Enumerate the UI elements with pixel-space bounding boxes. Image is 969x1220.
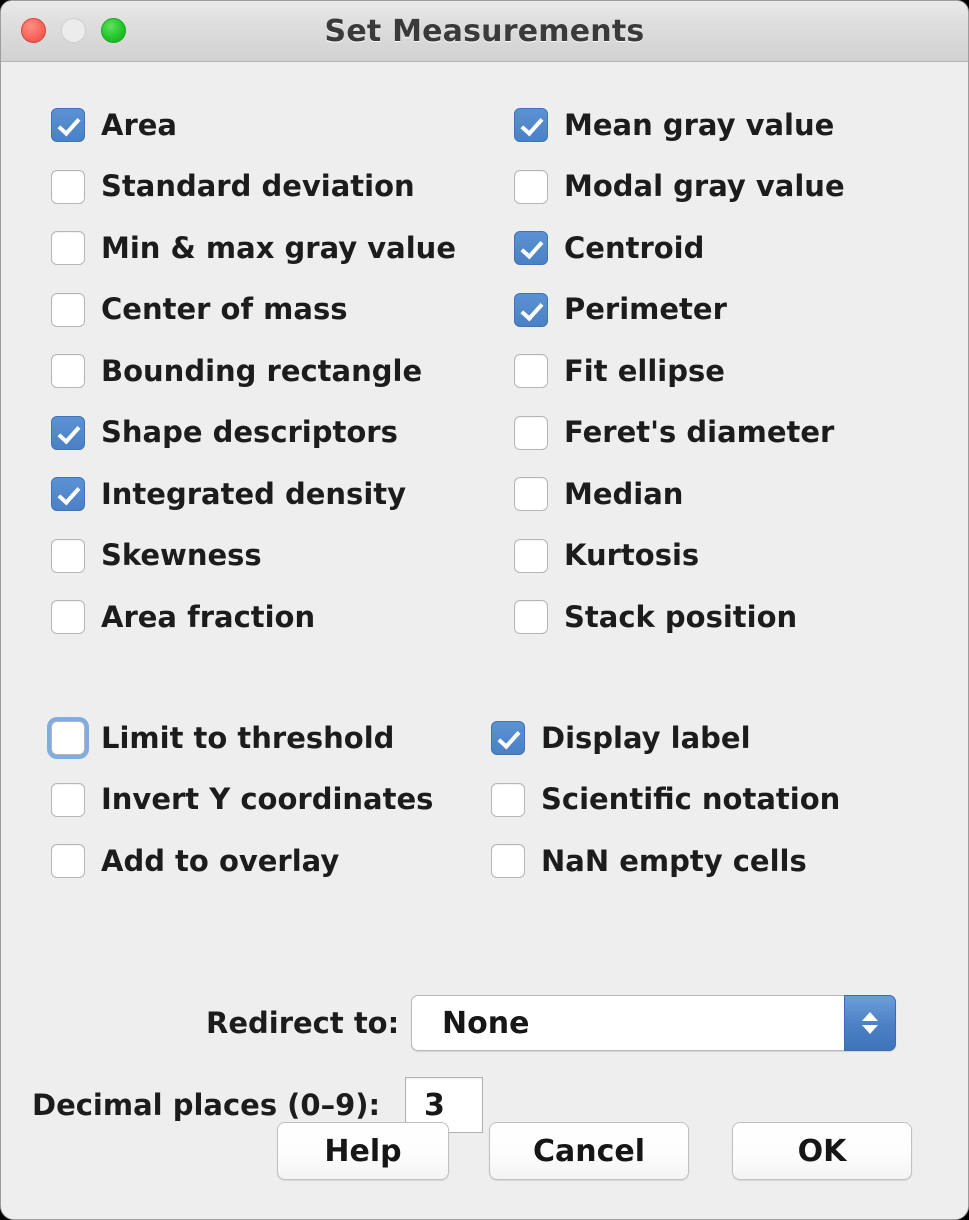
checkbox-row-mean-gray-value[interactable]: Mean gray value	[514, 103, 834, 147]
checkbox-centroid[interactable]	[514, 231, 548, 265]
checkbox-label-min-max-gray-value: Min & max gray value	[101, 234, 456, 263]
checkbox-median[interactable]	[514, 477, 548, 511]
checkbox-row-area-fraction[interactable]: Area fraction	[51, 595, 315, 639]
checkbox-row-invert-y-coordinates[interactable]: Invert Y coordinates	[51, 778, 433, 822]
checkbox-row-centroid[interactable]: Centroid	[514, 226, 704, 270]
checkbox-mean-gray-value[interactable]	[514, 108, 548, 142]
checkbox-row-stack-position[interactable]: Stack position	[514, 595, 797, 639]
checkbox-scientific-notation[interactable]	[491, 783, 525, 817]
checkbox-label-invert-y-coordinates: Invert Y coordinates	[101, 785, 433, 814]
cancel-button[interactable]: Cancel	[489, 1122, 689, 1180]
checkbox-min-max-gray-value[interactable]	[51, 231, 85, 265]
checkbox-row-center-of-mass[interactable]: Center of mass	[51, 288, 347, 332]
checkbox-invert-y-coordinates[interactable]	[51, 783, 85, 817]
ok-button[interactable]: OK	[732, 1122, 912, 1180]
checkbox-row-kurtosis[interactable]: Kurtosis	[514, 534, 699, 578]
checkbox-label-modal-gray-value: Modal gray value	[564, 172, 845, 201]
checkbox-row-shape-descriptors[interactable]: Shape descriptors	[51, 411, 398, 455]
checkbox-label-skewness: Skewness	[101, 541, 262, 570]
set-measurements-dialog: Set Measurements Area Standard deviation M…	[0, 0, 969, 1220]
checkbox-label-feret-s-diameter: Feret's diameter	[564, 418, 834, 447]
checkbox-shape-descriptors[interactable]	[51, 416, 85, 450]
checkbox-label-area: Area	[101, 111, 177, 140]
checkbox-row-bounding-rectangle[interactable]: Bounding rectangle	[51, 349, 422, 393]
checkbox-label-add-to-overlay: Add to overlay	[101, 847, 339, 876]
checkbox-label-median: Median	[564, 480, 683, 509]
checkbox-row-integrated-density[interactable]: Integrated density	[51, 472, 406, 516]
checkbox-center-of-mass[interactable]	[51, 293, 85, 327]
dialog-button-bar: Help Cancel OK	[1, 1122, 968, 1186]
decimal-places-label: Decimal places (0–9):	[32, 1088, 380, 1122]
checkbox-row-skewness[interactable]: Skewness	[51, 534, 262, 578]
checkbox-label-fit-ellipse: Fit ellipse	[564, 357, 725, 386]
redirect-selected-value: None	[442, 1006, 529, 1041]
redirect-select[interactable]: None	[411, 995, 896, 1051]
dialog-body: Area Standard deviation Min & max gray val…	[1, 62, 968, 1220]
checkbox-row-area[interactable]: Area	[51, 103, 177, 147]
checkbox-skewness[interactable]	[51, 539, 85, 573]
checkbox-label-limit-to-threshold: Limit to threshold	[101, 724, 394, 753]
redirect-row: Redirect to: None	[1, 992, 968, 1054]
checkbox-row-modal-gray-value[interactable]: Modal gray value	[514, 165, 845, 209]
help-button[interactable]: Help	[277, 1122, 449, 1180]
checkbox-row-limit-to-threshold[interactable]: Limit to threshold	[51, 716, 394, 760]
checkbox-perimeter[interactable]	[514, 293, 548, 327]
checkbox-label-integrated-density: Integrated density	[101, 480, 406, 509]
chevron-up-down-icon[interactable]	[844, 995, 896, 1051]
checkbox-label-bounding-rectangle: Bounding rectangle	[101, 357, 422, 386]
checkbox-stack-position[interactable]	[514, 600, 548, 634]
chevron-down-icon	[862, 1025, 878, 1034]
checkbox-label-standard-deviation: Standard deviation	[101, 172, 415, 201]
checkbox-label-perimeter: Perimeter	[564, 295, 727, 324]
checkbox-limit-to-threshold[interactable]	[51, 721, 85, 755]
checkbox-area-fraction[interactable]	[51, 600, 85, 634]
checkbox-row-median[interactable]: Median	[514, 472, 683, 516]
checkbox-fit-ellipse[interactable]	[514, 354, 548, 388]
checkbox-row-nan-empty-cells[interactable]: NaN empty cells	[491, 839, 807, 883]
checkbox-label-nan-empty-cells: NaN empty cells	[541, 847, 807, 876]
checkbox-display-label[interactable]	[491, 721, 525, 755]
checkbox-label-display-label: Display label	[541, 724, 751, 753]
checkbox-row-display-label[interactable]: Display label	[491, 716, 751, 760]
checkbox-row-standard-deviation[interactable]: Standard deviation	[51, 165, 415, 209]
checkbox-nan-empty-cells[interactable]	[491, 844, 525, 878]
checkbox-label-stack-position: Stack position	[564, 603, 797, 632]
redirect-label: Redirect to:	[206, 1006, 399, 1040]
checkbox-label-scientific-notation: Scientific notation	[541, 785, 840, 814]
decimal-places-value: 3	[424, 1088, 445, 1123]
checkbox-label-area-fraction: Area fraction	[101, 603, 315, 632]
checkbox-row-perimeter[interactable]: Perimeter	[514, 288, 727, 332]
checkbox-standard-deviation[interactable]	[51, 170, 85, 204]
checkbox-feret-s-diameter[interactable]	[514, 416, 548, 450]
checkbox-integrated-density[interactable]	[51, 477, 85, 511]
checkbox-row-fit-ellipse[interactable]: Fit ellipse	[514, 349, 725, 393]
checkbox-label-shape-descriptors: Shape descriptors	[101, 418, 398, 447]
checkbox-row-add-to-overlay[interactable]: Add to overlay	[51, 839, 339, 883]
checkbox-bounding-rectangle[interactable]	[51, 354, 85, 388]
checkbox-modal-gray-value[interactable]	[514, 170, 548, 204]
chevron-up-icon	[862, 1012, 878, 1021]
title-bar[interactable]: Set Measurements	[1, 1, 968, 62]
checkbox-label-centroid: Centroid	[564, 234, 704, 263]
checkbox-row-min-max-gray-value[interactable]: Min & max gray value	[51, 226, 456, 270]
checkbox-kurtosis[interactable]	[514, 539, 548, 573]
checkbox-row-feret-s-diameter[interactable]: Feret's diameter	[514, 411, 834, 455]
window-title: Set Measurements	[1, 14, 968, 49]
checkbox-row-scientific-notation[interactable]: Scientific notation	[491, 778, 840, 822]
checkbox-label-mean-gray-value: Mean gray value	[564, 111, 834, 140]
checkbox-add-to-overlay[interactable]	[51, 844, 85, 878]
checkbox-area[interactable]	[51, 108, 85, 142]
checkbox-label-center-of-mass: Center of mass	[101, 295, 347, 324]
checkbox-label-kurtosis: Kurtosis	[564, 541, 699, 570]
